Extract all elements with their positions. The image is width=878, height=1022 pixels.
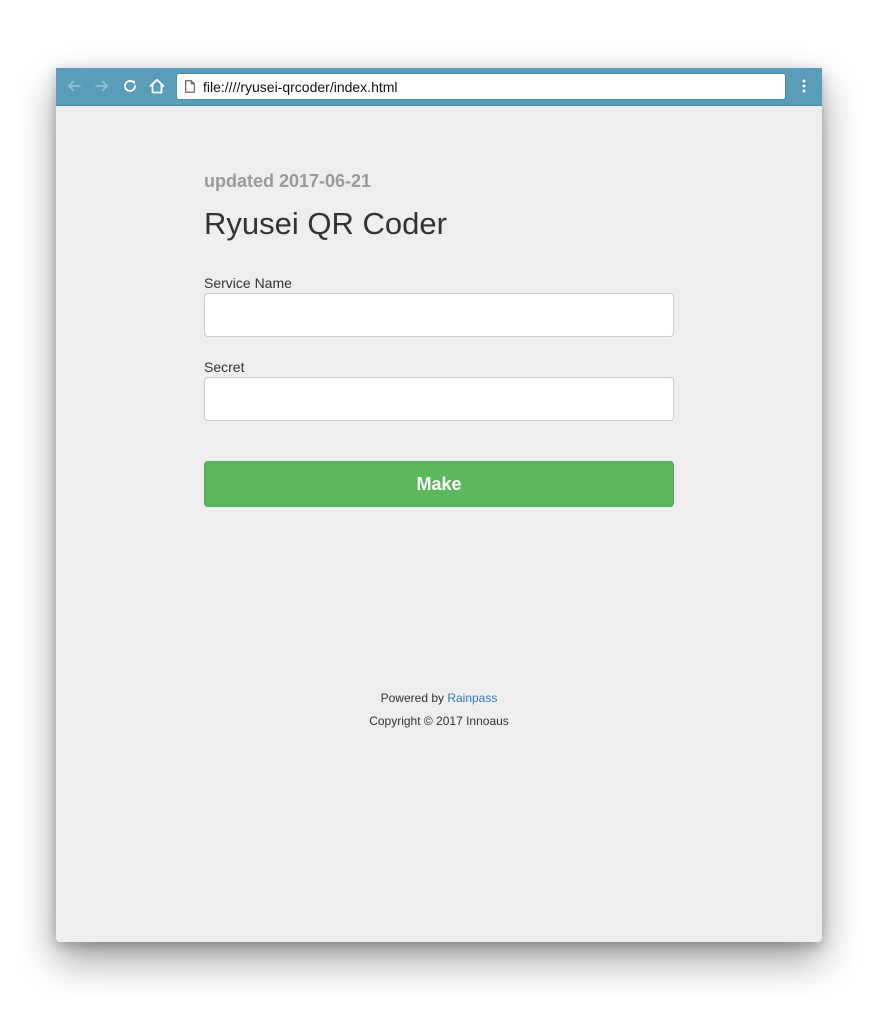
browser-toolbar: file:////ryusei-qrcoder/index.html	[56, 68, 822, 106]
updated-date: updated 2017-06-21	[204, 171, 372, 191]
powered-by-text: Powered by	[380, 691, 448, 705]
secret-label: Secret	[204, 359, 245, 375]
reload-icon[interactable]	[120, 76, 140, 96]
copyright-text: Copyright © 2017 Innoaus	[369, 714, 509, 728]
footer-powered: Powered by Rainpass	[56, 691, 822, 705]
home-icon[interactable]	[147, 76, 167, 96]
make-button[interactable]: Make	[204, 461, 674, 507]
kebab-menu-icon[interactable]	[796, 76, 812, 96]
page-title: Ryusei QR Coder	[204, 206, 447, 241]
browser-window: file:////ryusei-qrcoder/index.html updat…	[56, 68, 822, 942]
page-icon	[185, 80, 197, 94]
back-arrow-icon[interactable]	[64, 76, 84, 96]
rainpass-link[interactable]: Rainpass	[447, 691, 497, 705]
forward-arrow-icon[interactable]	[92, 76, 112, 96]
service-name-label: Service Name	[204, 275, 292, 291]
secret-input[interactable]	[204, 377, 674, 421]
address-bar-url: file:////ryusei-qrcoder/index.html	[203, 78, 398, 95]
service-name-input[interactable]	[204, 293, 674, 337]
address-bar[interactable]: file:////ryusei-qrcoder/index.html	[176, 73, 786, 100]
